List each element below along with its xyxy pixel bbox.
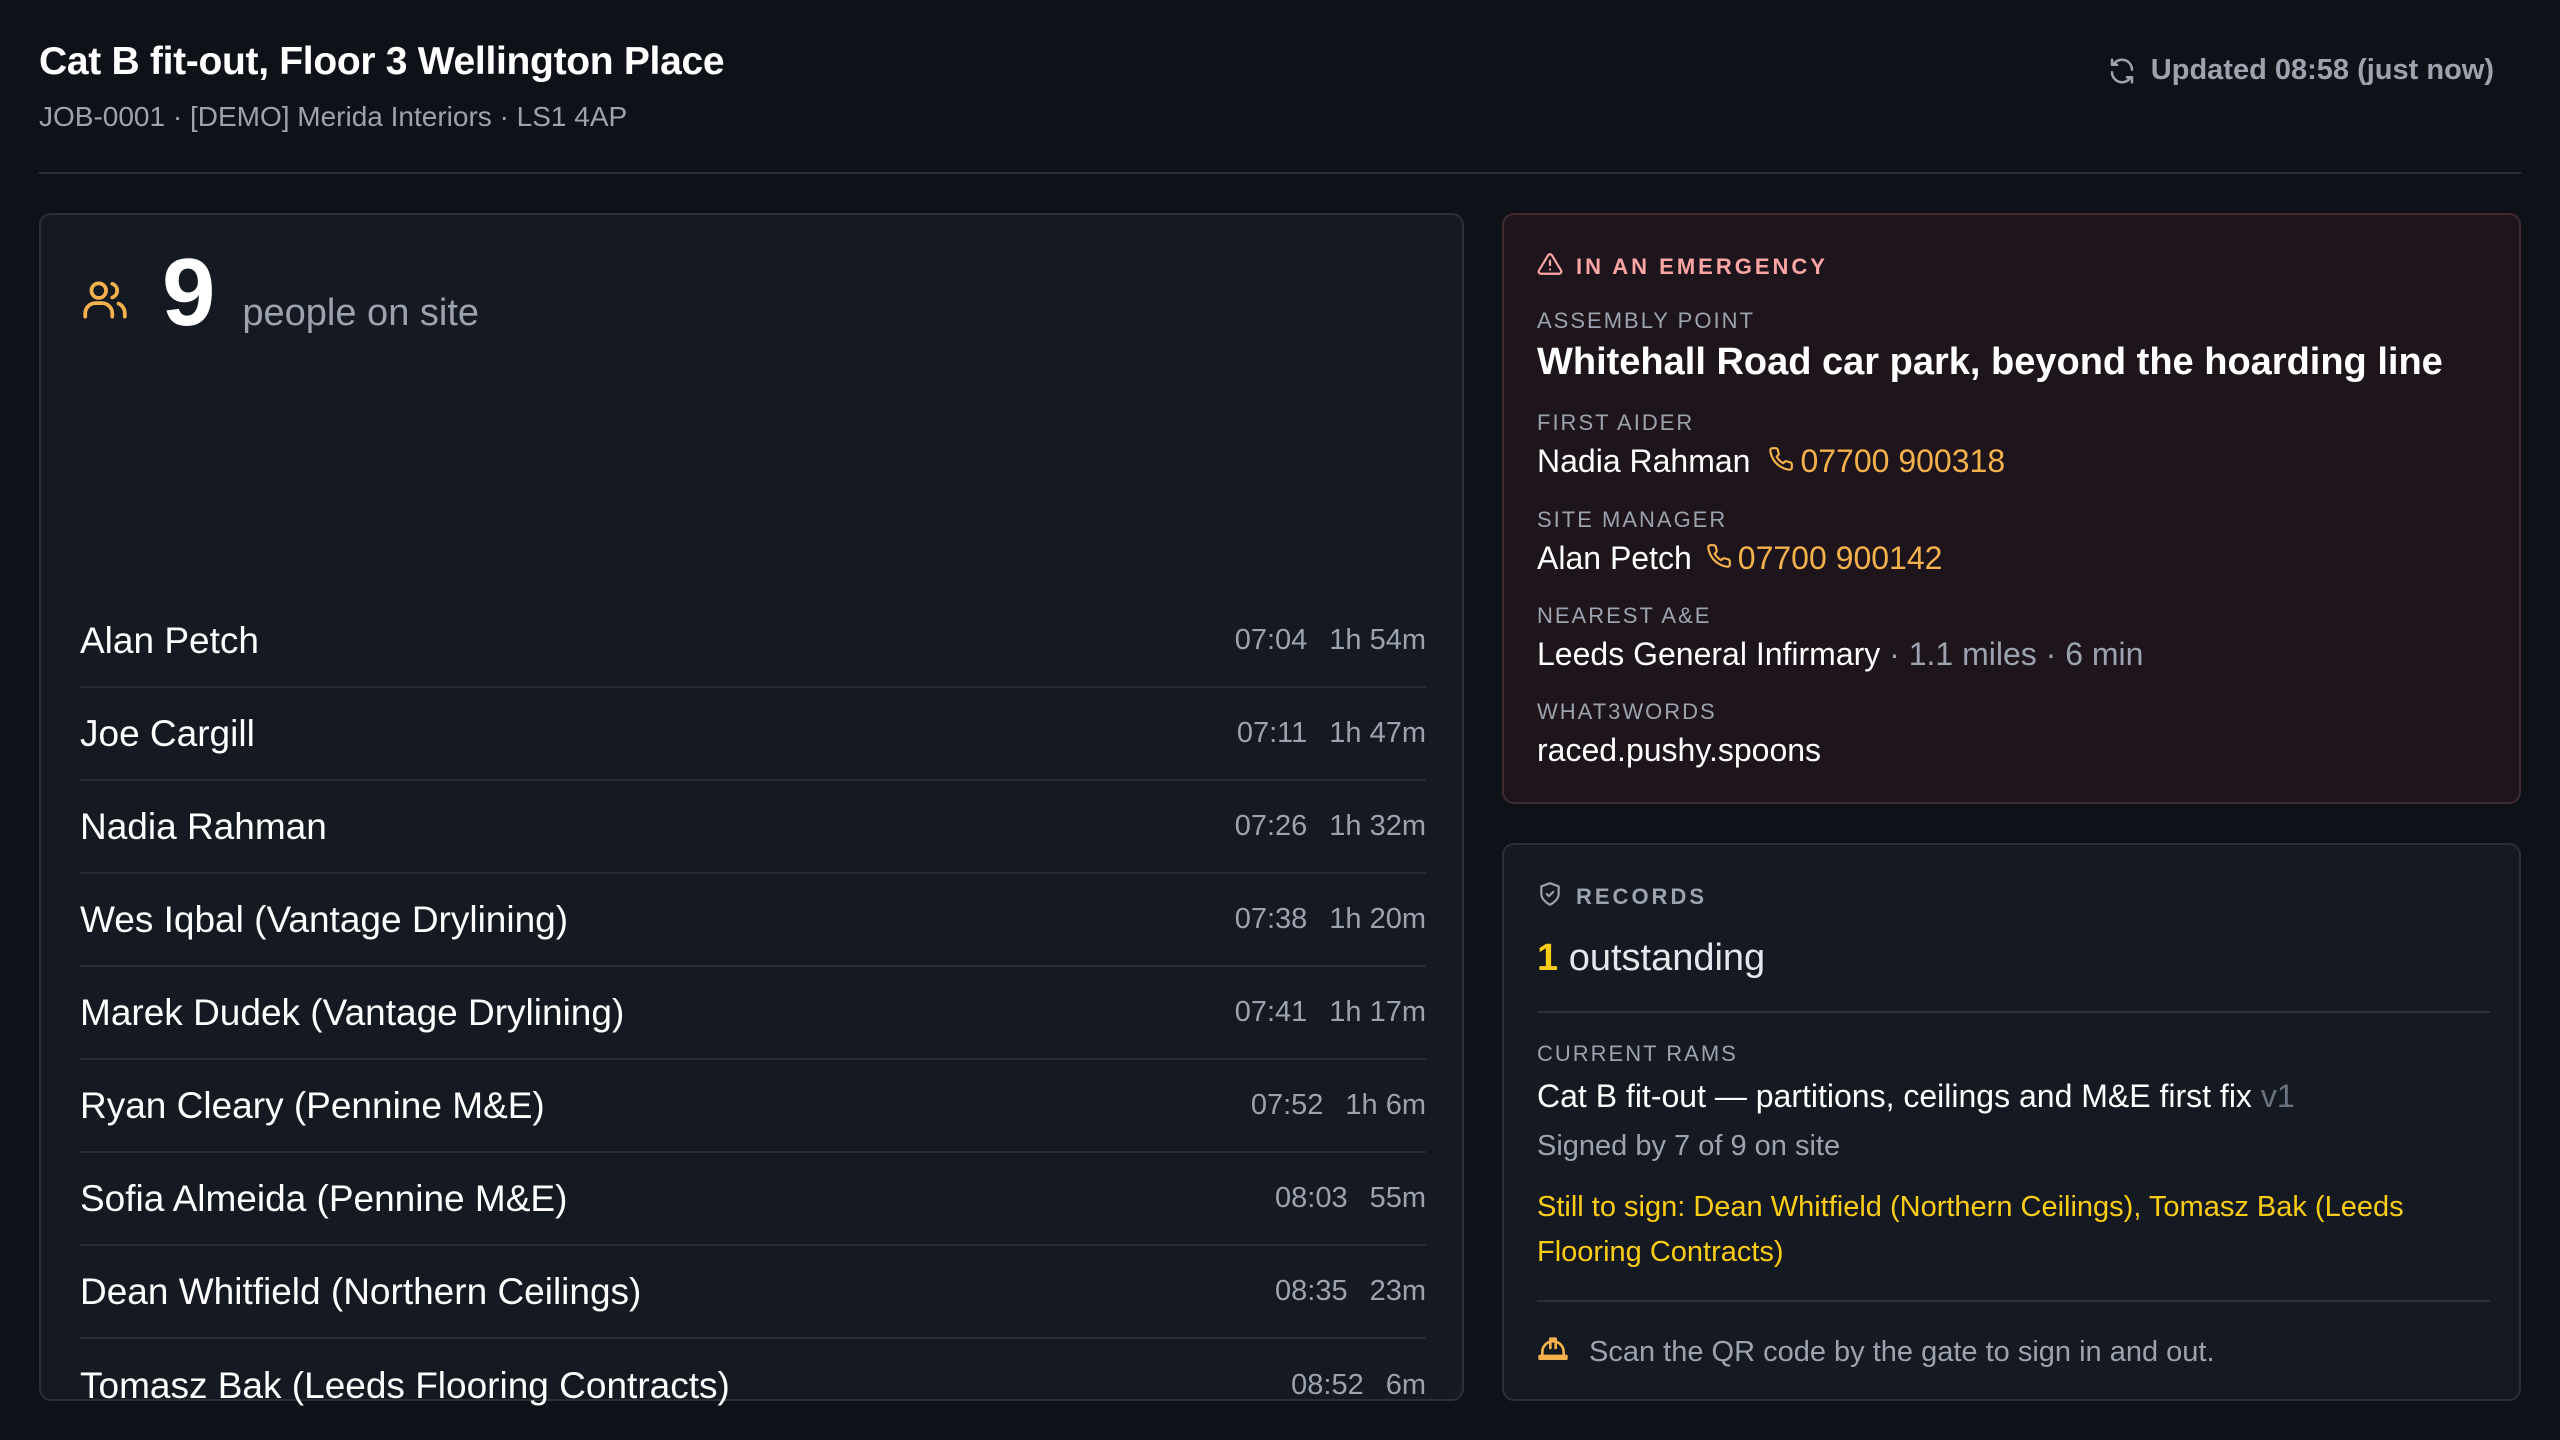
person-name: Ryan Cleary (Pennine M&E) xyxy=(80,1084,545,1126)
person-times: 08:52 6m xyxy=(1291,1369,1426,1402)
nearest-ae-row: Leeds General Infirmary · 1.1 miles · 6 … xyxy=(1537,636,2143,673)
refresh-status[interactable]: Updated 08:58 (just now) xyxy=(2107,54,2494,87)
nearest-ae-details: · 1.1 miles · 6 min xyxy=(1880,636,2144,672)
person-name: Wes Iqbal (Vantage Drylining) xyxy=(80,898,569,940)
divider xyxy=(1537,1011,2490,1013)
person-name: Alan Petch xyxy=(80,619,259,661)
site-manager-name: Alan Petch xyxy=(1537,540,1692,576)
people-on-site-card: 9 people on site Alan Petch 07:04 1h 54m… xyxy=(39,213,1464,1406)
person-times: 08:03 55m xyxy=(1275,1182,1426,1215)
duration: 6m xyxy=(1385,1369,1426,1401)
still-to-sign: Still to sign: Dean Whitfield (Northern … xyxy=(1537,1191,2404,1268)
person-name: Marek Dudek (Vantage Drylining) xyxy=(80,991,625,1033)
person-name: Dean Whitfield (Northern Ceilings) xyxy=(80,1270,642,1312)
person-name: Sofia Almeida (Pennine M&E) xyxy=(80,1177,568,1219)
person-row[interactable]: Joe Cargill 07:11 1h 47m xyxy=(80,688,1426,781)
site-manager-phone-link[interactable]: 07700 900142 xyxy=(1706,540,1943,577)
duration: 1h 32m xyxy=(1329,810,1426,842)
person-row[interactable]: Wes Iqbal (Vantage Drylining) 07:38 1h 2… xyxy=(80,874,1426,967)
duration: 1h 54m xyxy=(1329,624,1426,656)
duration: 1h 6m xyxy=(1345,1089,1426,1121)
person-times: 07:11 1h 47m xyxy=(1237,717,1426,750)
person-name: Joe Cargill xyxy=(80,712,255,754)
person-row[interactable]: Nadia Rahman 07:26 1h 32m xyxy=(80,781,1426,874)
records-card: RECORDS 1 outstanding CURRENT RAMS Cat B… xyxy=(1502,843,2521,1401)
duration: 1h 20m xyxy=(1329,903,1426,935)
people-icon xyxy=(80,275,130,330)
emergency-heading: IN AN EMERGENCY xyxy=(1537,251,1828,283)
outstanding-label: outstanding xyxy=(1558,937,1766,979)
time-in: 08:03 xyxy=(1275,1182,1348,1214)
person-times: 08:35 23m xyxy=(1275,1275,1426,1308)
people-count-label: people on site xyxy=(242,292,480,334)
site-manager-phone: 07700 900142 xyxy=(1737,540,1943,576)
rams-title-row: Cat B fit-out — partitions, ceilings and… xyxy=(1537,1078,2295,1115)
qr-note: Scan the QR code by the gate to sign in … xyxy=(1537,1332,2215,1372)
time-in: 07:26 xyxy=(1234,810,1308,842)
duration: 23m xyxy=(1369,1275,1426,1307)
first-aider-row: Nadia Rahman 07700 900318 xyxy=(1537,443,2005,480)
page-header: Cat B fit-out, Floor 3 Wellington Place … xyxy=(39,0,2521,174)
first-aider-name: Nadia Rahman xyxy=(1537,443,1751,479)
time-in: 07:11 xyxy=(1236,717,1308,749)
time-in: 07:38 xyxy=(1234,903,1308,935)
qr-note-label: Scan the QR code by the gate to sign in … xyxy=(1589,1335,2215,1368)
people-count-row: 9 people on site xyxy=(80,245,479,341)
nearest-ae-label: NEAREST A&E xyxy=(1537,603,1712,628)
person-row[interactable]: Tomasz Bak (Leeds Flooring Contracts) 08… xyxy=(80,1339,1426,1432)
person-times: 07:26 1h 32m xyxy=(1235,810,1426,843)
warning-triangle-icon xyxy=(1537,251,1563,283)
person-times: 07:52 1h 6m xyxy=(1251,1089,1426,1122)
phone-icon xyxy=(1768,443,1794,480)
person-row[interactable]: Dean Whitfield (Northern Ceilings) 08:35… xyxy=(80,1246,1426,1339)
page-title: Cat B fit-out, Floor 3 Wellington Place xyxy=(39,40,725,83)
assembly-point-value: Whitehall Road car park, beyond the hoar… xyxy=(1537,341,2443,383)
rams-title: Cat B fit-out — partitions, ceilings and… xyxy=(1537,1078,2252,1114)
person-times: 07:41 1h 17m xyxy=(1235,996,1426,1029)
first-aider-phone-link[interactable]: 07700 900318 xyxy=(1768,443,2005,480)
person-times: 07:04 1h 54m xyxy=(1235,624,1426,657)
nearest-ae-name: Leeds General Infirmary xyxy=(1537,636,1881,672)
outstanding-count: 1 xyxy=(1537,937,1559,979)
divider xyxy=(1537,1300,2490,1302)
refresh-icon xyxy=(2107,56,2137,86)
time-in: 08:52 xyxy=(1291,1369,1364,1401)
duration: 55m xyxy=(1369,1182,1426,1214)
updated-label: Updated 08:58 (just now) xyxy=(2150,54,2494,86)
current-rams-label: CURRENT RAMS xyxy=(1537,1041,1738,1066)
emergency-heading-label: IN AN EMERGENCY xyxy=(1576,254,1828,279)
phone-icon xyxy=(1706,540,1732,577)
time-in: 07:52 xyxy=(1250,1089,1324,1121)
person-row[interactable]: Ryan Cleary (Pennine M&E) 07:52 1h 6m xyxy=(80,1060,1426,1153)
person-times: 07:38 1h 20m xyxy=(1235,903,1426,936)
what3words-label: WHAT3WORDS xyxy=(1537,699,1717,724)
time-in: 08:35 xyxy=(1275,1275,1348,1307)
site-manager-row: Alan Petch 07700 900142 xyxy=(1537,540,1942,577)
people-count: 9 xyxy=(162,239,216,346)
what3words-value: raced.pushy.spoons xyxy=(1537,732,1822,768)
site-manager-label: SITE MANAGER xyxy=(1537,507,1728,532)
records-heading: RECORDS xyxy=(1537,881,1707,913)
person-name: Tomasz Bak (Leeds Flooring Contracts) xyxy=(80,1364,730,1406)
duration: 1h 47m xyxy=(1329,717,1426,749)
person-name: Nadia Rahman xyxy=(80,805,327,847)
signed-by: Signed by 7 of 9 on site xyxy=(1537,1130,1841,1162)
time-in: 07:04 xyxy=(1234,624,1308,656)
outstanding-count-row: 1 outstanding xyxy=(1537,937,1765,980)
hard-hat-icon xyxy=(1537,1332,1569,1372)
person-row[interactable]: Marek Dudek (Vantage Drylining) 07:41 1h… xyxy=(80,967,1426,1060)
job-subtitle: JOB-0001 · [DEMO] Merida Interiors · LS1… xyxy=(39,101,628,132)
shield-check-icon xyxy=(1537,881,1563,913)
records-heading-label: RECORDS xyxy=(1576,884,1708,909)
first-aider-label: FIRST AIDER xyxy=(1537,410,1695,435)
person-row[interactable]: Alan Petch 07:04 1h 54m xyxy=(80,595,1426,688)
rams-version: v1 xyxy=(2251,1078,2295,1114)
first-aider-phone: 07700 900318 xyxy=(1800,443,2006,479)
emergency-card: IN AN EMERGENCY ASSEMBLY POINT Whitehall… xyxy=(1502,213,2521,804)
assembly-point-label: ASSEMBLY POINT xyxy=(1537,308,1755,333)
time-in: 07:41 xyxy=(1234,996,1308,1028)
duration: 1h 17m xyxy=(1329,996,1426,1028)
person-row[interactable]: Sofia Almeida (Pennine M&E) 08:03 55m xyxy=(80,1153,1426,1246)
